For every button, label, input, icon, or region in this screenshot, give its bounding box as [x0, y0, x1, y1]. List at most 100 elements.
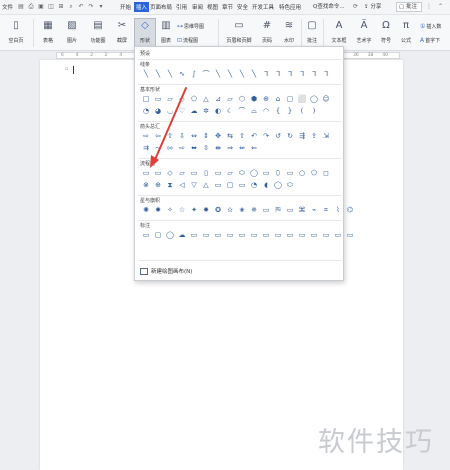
table-button[interactable]: ▦ 表格 [38, 20, 58, 44]
header-footer-button[interactable]: ▭ 页眉和页脚 [222, 20, 256, 44]
shape-icon[interactable]: ▭ [260, 169, 272, 178]
shape-icon[interactable]: ⌁ [308, 206, 320, 215]
shape-icon[interactable]: ☆ [176, 206, 188, 215]
shape-icon[interactable]: ⇉ [140, 144, 152, 153]
shape-icon[interactable]: ▭ [260, 231, 272, 240]
shape-icon[interactable]: ▽ [188, 181, 200, 190]
shape-icon[interactable]: ⬯ [272, 169, 284, 178]
shape-icon[interactable]: ᒣ [260, 70, 272, 79]
shape-icon[interactable]: ⬡ [236, 95, 248, 104]
shape-icon[interactable]: ▢ [224, 181, 236, 190]
shape-icon[interactable]: △ [200, 95, 212, 104]
shape-icon[interactable]: ◔ [140, 107, 152, 116]
redo-icon[interactable]: ↷ [87, 2, 95, 11]
watermark-button[interactable]: ≋ 水印 [280, 20, 298, 44]
shape-icon[interactable]: ╲ [248, 70, 260, 79]
shape-icon[interactable]: ♡ [176, 107, 188, 116]
shape-icon[interactable]: ▭ [272, 231, 284, 240]
new-drawing-canvas-item[interactable]: 新建绘图画布(N) [140, 267, 192, 275]
shape-icon[interactable]: ⌒ [200, 70, 212, 79]
more-options-icon[interactable]: ⋮ [426, 3, 432, 10]
symbol-button[interactable]: Ω 符号 [377, 20, 395, 44]
comment-button[interactable]: ▢ 批注 [396, 2, 422, 12]
pdf-icon[interactable]: ◫ [47, 2, 55, 11]
shape-icon[interactable]: ◻ [320, 169, 332, 178]
shape-icon[interactable]: ⬠ [308, 169, 320, 178]
shape-icon[interactable]: ✲ [200, 107, 212, 116]
shape-icon[interactable]: ⇶ [296, 132, 308, 141]
shape-icon[interactable]: ⧗ [164, 181, 176, 190]
shape-icon[interactable]: ∿ [176, 70, 188, 79]
shape-icon[interactable]: ⇕ [200, 132, 212, 141]
shape-icon[interactable]: ⇐ [248, 144, 260, 153]
shape-icon[interactable]: ▭ [248, 231, 260, 240]
collapse-icon[interactable]: ⌃ [438, 3, 443, 10]
save-icon[interactable]: ▣ [37, 2, 45, 11]
shape-icon[interactable]: ⌬ [344, 206, 356, 215]
shape-icon[interactable]: ▭ [260, 206, 272, 215]
art-text-button[interactable]: Ä 艺术字 [354, 20, 374, 44]
shape-icon[interactable]: ⇳ [200, 144, 212, 153]
shape-icon[interactable]: ↻ [284, 132, 296, 141]
shape-icon[interactable]: ⇲ [320, 132, 332, 141]
shape-icon[interactable]: ▭ [152, 169, 164, 178]
textbox-button[interactable]: A 文本框 [327, 20, 351, 44]
shape-icon[interactable]: ⇨ [176, 144, 188, 153]
picture-button[interactable]: ▨ 图片 [62, 20, 82, 44]
shape-icon[interactable]: ▯ [200, 169, 212, 178]
shape-icon[interactable]: ↶ [248, 132, 260, 141]
shape-icon[interactable]: ▢ [284, 95, 296, 104]
shape-icon[interactable]: ▭ [284, 231, 296, 240]
shape-icon[interactable]: ↺ [272, 132, 284, 141]
shape-icon[interactable]: ✺ [140, 206, 152, 215]
shape-icon[interactable]: ⇨ [140, 132, 152, 141]
shape-icon[interactable]: ◇ [164, 169, 176, 178]
tab-review[interactable]: 审阅 [192, 3, 203, 11]
comment-insert-button[interactable]: ▢ 批注 [304, 20, 320, 44]
shape-icon[interactable]: ⇼ [212, 144, 224, 153]
shape-icon[interactable]: ⊕ [260, 95, 272, 104]
chart-button[interactable]: ▥ 图表 [158, 20, 174, 44]
print-preview-icon[interactable]: ⊞ [57, 2, 65, 11]
shape-icon[interactable]: ◕ [152, 107, 164, 116]
shape-icon[interactable]: ⌇ [332, 206, 344, 215]
shape-icon[interactable]: ╲ [224, 70, 236, 79]
flowchart-button[interactable]: ⊡流程图 [177, 37, 198, 44]
shape-icon[interactable]: ◯ [164, 231, 176, 240]
shape-icon[interactable]: □ [140, 95, 152, 104]
shapes-button[interactable]: ◇ 形状 [134, 18, 156, 48]
shape-icon[interactable]: ☁ [176, 231, 188, 240]
shape-icon[interactable]: ╲ [164, 70, 176, 79]
shape-icon[interactable]: ▭ [236, 181, 248, 190]
shape-icon[interactable]: ▭ [188, 231, 200, 240]
shape-icon[interactable]: ⌗ [320, 206, 332, 215]
shape-icon[interactable]: ╲ [140, 70, 152, 79]
shape-icon[interactable]: ▱ [164, 95, 176, 104]
shape-icon[interactable]: ⌘ [296, 206, 308, 215]
file-menu[interactable]: 文件 [2, 3, 13, 11]
shape-icon[interactable]: ✵ [248, 206, 260, 215]
shape-icon[interactable]: ▭ [332, 231, 344, 240]
shape-icon[interactable]: △ [200, 181, 212, 190]
tab-view[interactable]: 视图 [207, 3, 218, 11]
function-chart-button[interactable]: ▤ 功能图 [85, 20, 111, 44]
tab-insert[interactable]: 插入 [134, 2, 150, 12]
shape-icon[interactable]: ) [308, 107, 320, 116]
formula-button[interactable]: π 公式 [398, 20, 414, 44]
tab-security[interactable]: 安全 [237, 3, 248, 11]
shape-icon[interactable]: ☺ [320, 95, 332, 104]
shape-icon[interactable]: ☾ [224, 107, 236, 116]
share-button[interactable]: ⇪ 分享 [364, 2, 381, 12]
shape-icon[interactable]: ⇆ [224, 132, 236, 141]
shape-icon[interactable]: ▭ [212, 181, 224, 190]
shape-icon[interactable]: ⊗ [140, 181, 152, 190]
shape-icon[interactable]: ╲ [212, 70, 224, 79]
shape-icon[interactable]: ▭ [308, 231, 320, 240]
undo-icon[interactable]: ↶ [77, 2, 85, 11]
shape-icon[interactable]: ⇪ [308, 132, 320, 141]
folder-icon[interactable]: ▤ [17, 2, 25, 11]
shape-icon[interactable]: ✧ [164, 206, 176, 215]
shape-icon[interactable]: } [284, 107, 296, 116]
shape-icon[interactable]: ▭ [284, 206, 296, 215]
tab-page-layout[interactable]: 页面布局 [150, 3, 172, 11]
